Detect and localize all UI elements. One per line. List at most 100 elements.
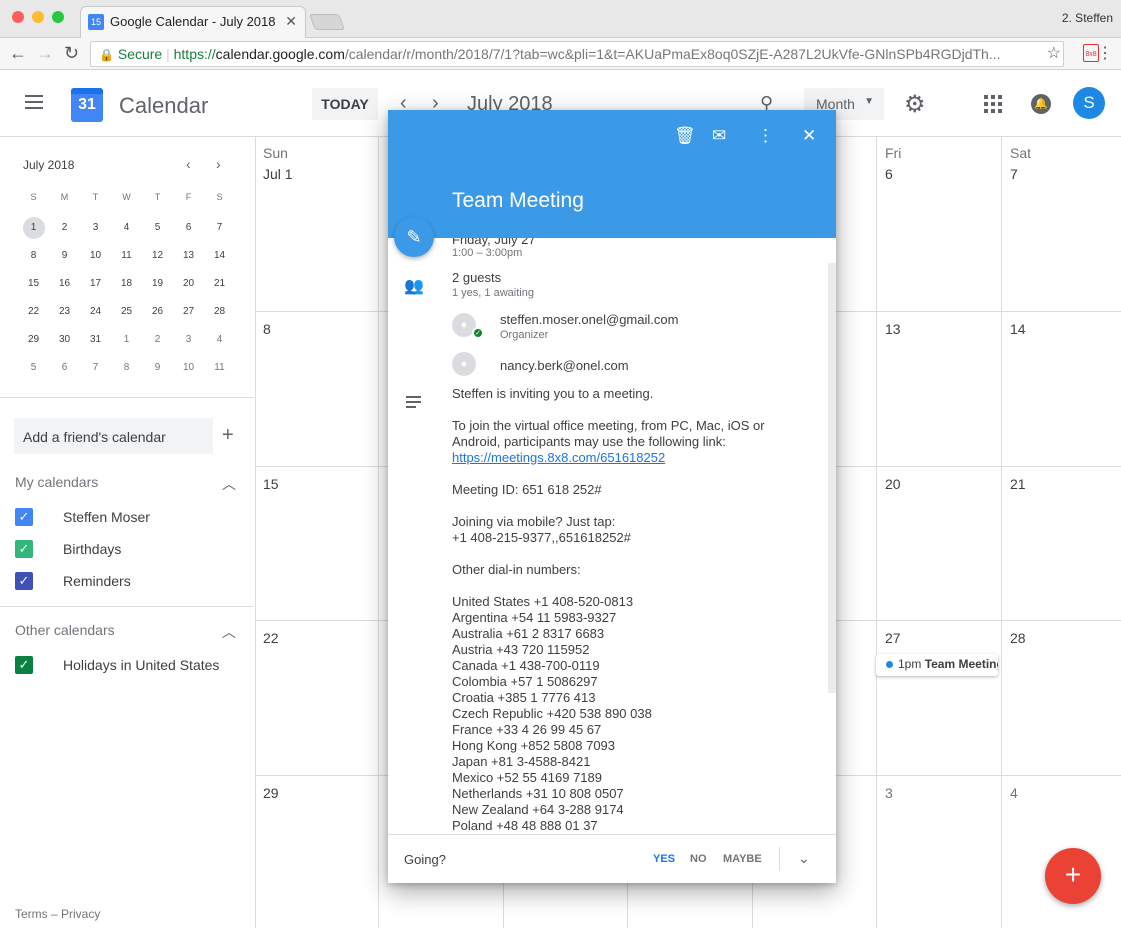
close-icon[interactable]: ✕ — [802, 126, 816, 146]
more-options-icon[interactable]: ⋮ — [757, 126, 774, 146]
checkbox-checked-icon[interactable]: ✓ — [15, 508, 33, 526]
day-number[interactable]: Jul 1 — [263, 166, 293, 182]
rsvp-maybe-button[interactable]: MAYBE — [723, 853, 762, 865]
mini-day[interactable]: 4 — [111, 217, 142, 245]
mini-day[interactable]: 1 — [111, 329, 142, 357]
mini-day[interactable]: 12 — [142, 245, 173, 273]
mini-day[interactable]: 1 — [18, 217, 49, 245]
day-number[interactable]: 14 — [1010, 321, 1026, 337]
day-number[interactable]: 29 — [263, 785, 279, 801]
day-number[interactable]: 6 — [885, 166, 893, 182]
mini-day[interactable]: 10 — [80, 245, 111, 273]
mini-day[interactable]: 27 — [173, 301, 204, 329]
checkbox-checked-icon[interactable]: ✓ — [15, 572, 33, 590]
create-event-button[interactable]: + — [1045, 848, 1101, 904]
bookmark-star-icon[interactable]: ☆ — [1047, 43, 1061, 63]
today-button[interactable]: TODAY — [312, 88, 378, 120]
zoom-window-button[interactable] — [52, 11, 64, 23]
mini-day[interactable]: 5 — [18, 357, 49, 385]
day-number[interactable]: 15 — [263, 476, 279, 492]
close-window-button[interactable] — [12, 11, 24, 23]
add-friend-calendar-input[interactable]: Add a friend's calendar — [14, 418, 213, 454]
event-chip-team-meeting[interactable]: 1pm Team Meeting — [876, 654, 998, 676]
mini-day[interactable]: 4 — [204, 329, 235, 357]
meeting-link[interactable]: https://meetings.8x8.com/651618252 — [452, 450, 665, 465]
mini-day[interactable]: 29 — [18, 329, 49, 357]
mini-day[interactable]: 19 — [142, 273, 173, 301]
privacy-link[interactable]: Privacy — [61, 907, 100, 921]
mini-prev-month-icon[interactable]: ‹ — [186, 156, 191, 172]
day-number[interactable]: 3 — [885, 785, 893, 801]
main-menu-icon[interactable] — [25, 95, 43, 113]
mini-next-month-icon[interactable]: › — [216, 156, 221, 172]
mini-day[interactable]: 14 — [204, 245, 235, 273]
mini-day[interactable]: 30 — [49, 329, 80, 357]
mini-day[interactable]: 8 — [18, 245, 49, 273]
day-number[interactable]: 4 — [1010, 785, 1018, 801]
my-calendars-heading[interactable]: My calendars — [15, 474, 98, 490]
delete-icon[interactable]: 🗑 — [674, 126, 696, 146]
day-number[interactable]: 28 — [1010, 630, 1026, 646]
google-apps-icon[interactable] — [984, 95, 1002, 113]
address-bar[interactable]: 🔒 Secure | https://calendar.google.com/c… — [90, 41, 1064, 67]
other-calendars-heading[interactable]: Other calendars — [15, 622, 115, 638]
edit-pencil-icon[interactable]: ✎ — [394, 217, 434, 257]
settings-gear-icon[interactable]: ⚙ — [904, 90, 926, 119]
browser-menu-icon[interactable]: ⋮ — [1097, 43, 1113, 63]
tab-close-icon[interactable]: ✕ — [285, 13, 297, 30]
new-tab-button[interactable] — [309, 14, 345, 30]
notifications-icon[interactable]: 🔔 — [1031, 94, 1051, 114]
collapse-my-calendars-icon[interactable]: ︿ — [222, 474, 236, 494]
add-calendar-plus-icon[interactable]: + — [222, 424, 234, 447]
mini-day[interactable]: 10 — [173, 357, 204, 385]
mini-day[interactable]: 6 — [173, 217, 204, 245]
day-number[interactable]: 21 — [1010, 476, 1026, 492]
scrollbar[interactable] — [828, 263, 836, 693]
mini-day[interactable]: 15 — [18, 273, 49, 301]
checkbox-checked-icon[interactable]: ✓ — [15, 540, 33, 558]
email-guests-icon[interactable]: ✉ — [712, 126, 726, 146]
checkbox-checked-icon[interactable]: ✓ — [15, 656, 33, 674]
mini-day[interactable]: 21 — [204, 273, 235, 301]
mini-day[interactable]: 26 — [142, 301, 173, 329]
guest-email[interactable]: nancy.berk@onel.com — [500, 358, 629, 373]
guest-email[interactable]: steffen.moser.onel@gmail.com — [500, 312, 678, 327]
rsvp-yes-button[interactable]: YES — [653, 853, 675, 865]
mini-day[interactable]: 2 — [142, 329, 173, 357]
mini-day[interactable]: 16 — [49, 273, 80, 301]
mini-day[interactable]: 7 — [80, 357, 111, 385]
mini-day[interactable]: 24 — [80, 301, 111, 329]
reload-icon[interactable]: ↻ — [64, 43, 79, 64]
day-number[interactable]: 7 — [1010, 166, 1018, 182]
mini-day[interactable]: 25 — [111, 301, 142, 329]
mini-day[interactable]: 6 — [49, 357, 80, 385]
forward-arrow-icon[interactable]: → — [36, 43, 54, 64]
browser-tab[interactable]: 15 Google Calendar - July 2018 ✕ — [80, 6, 306, 38]
mini-day[interactable]: 23 — [49, 301, 80, 329]
profile-name[interactable]: 2. Steffen — [1062, 11, 1113, 25]
day-number[interactable]: 27 — [885, 630, 901, 646]
mini-day[interactable]: 3 — [80, 217, 111, 245]
mini-day[interactable]: 9 — [49, 245, 80, 273]
mini-day[interactable]: 7 — [204, 217, 235, 245]
day-number[interactable]: 8 — [263, 321, 271, 337]
account-avatar[interactable]: S — [1073, 87, 1105, 119]
mini-day[interactable]: 11 — [204, 357, 235, 385]
mini-day[interactable]: 31 — [80, 329, 111, 357]
mini-day[interactable]: 11 — [111, 245, 142, 273]
collapse-other-calendars-icon[interactable]: ︿ — [222, 622, 236, 642]
mini-day[interactable]: 5 — [142, 217, 173, 245]
mini-day[interactable]: 9 — [142, 357, 173, 385]
rsvp-no-button[interactable]: NO — [690, 853, 707, 865]
expand-rsvp-chevron-down-icon[interactable]: ⌄ — [798, 850, 810, 867]
mini-day[interactable]: 3 — [173, 329, 204, 357]
day-number[interactable]: 13 — [885, 321, 901, 337]
mini-day[interactable]: 13 — [173, 245, 204, 273]
mini-day[interactable]: 20 — [173, 273, 204, 301]
minimize-window-button[interactable] — [32, 11, 44, 23]
back-arrow-icon[interactable]: ← — [9, 43, 27, 64]
mini-day[interactable]: 28 — [204, 301, 235, 329]
terms-link[interactable]: Terms — [15, 907, 48, 921]
mini-day[interactable]: 22 — [18, 301, 49, 329]
day-number[interactable]: 20 — [885, 476, 901, 492]
